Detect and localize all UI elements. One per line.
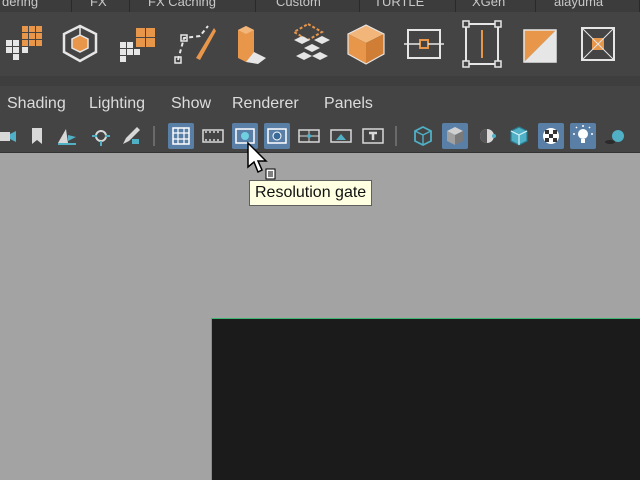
panel-menubar: Shading Lighting Show Renderer Panels	[0, 86, 640, 120]
safe-title-icon[interactable]	[360, 123, 386, 149]
extrude-icon[interactable]	[226, 18, 274, 70]
snap-square-icon[interactable]	[574, 18, 622, 70]
shelf-tab-rendering[interactable]: dering	[0, 0, 72, 12]
toolbar-separator	[394, 126, 398, 146]
grid-icon[interactable]	[168, 123, 194, 149]
pan-zoom-icon[interactable]	[88, 123, 114, 149]
tooltip: Resolution gate	[249, 180, 373, 206]
xray-icon[interactable]	[538, 123, 564, 149]
menu-show[interactable]: Show	[171, 94, 211, 114]
resolution-gate-frame	[211, 318, 640, 480]
smooth-shade-icon[interactable]	[442, 123, 468, 149]
pencil-icon[interactable]	[118, 123, 144, 149]
wireframe-on-shaded-icon[interactable]	[506, 123, 532, 149]
toolbar-separator	[152, 126, 156, 146]
grid-cubes-icon[interactable]	[0, 18, 48, 70]
shelf	[0, 12, 640, 76]
image-plane-icon[interactable]	[54, 123, 80, 149]
tile-stack-icon[interactable]	[284, 18, 332, 70]
shelf-divider	[0, 76, 640, 86]
center-pivot-icon[interactable]	[400, 18, 448, 70]
default-material-icon[interactable]	[474, 123, 500, 149]
wireframe-icon[interactable]	[410, 123, 436, 149]
grid-squares-icon[interactable]	[112, 18, 160, 70]
shelf-tab-custom[interactable]: Custom	[256, 0, 360, 12]
shelf-tab-alayuma[interactable]: alayuma	[536, 0, 640, 12]
shelf-tab-turtle[interactable]: TURTLE	[360, 0, 456, 12]
wire-cube-icon[interactable]	[56, 18, 104, 70]
solid-cube-icon[interactable]	[342, 18, 390, 70]
camera-icon[interactable]	[0, 123, 22, 149]
bounding-box-icon[interactable]	[458, 18, 506, 70]
shelf-tabs: dering FX FX Caching Custom TURTLE XGen …	[0, 0, 640, 12]
film-gate-icon[interactable]	[200, 123, 226, 149]
panel-toolbar	[0, 120, 640, 153]
bookmark-icon[interactable]	[24, 123, 50, 149]
shadows-icon[interactable]	[602, 123, 628, 149]
menu-panels[interactable]: Panels	[324, 94, 373, 114]
menu-renderer[interactable]: Renderer	[232, 94, 299, 114]
lighting-icon[interactable]	[570, 123, 596, 149]
curve-edit-icon[interactable]	[170, 18, 218, 70]
mouse-cursor-icon	[246, 141, 276, 181]
menu-lighting[interactable]: Lighting	[89, 94, 145, 114]
shelf-tab-xgen[interactable]: XGen	[456, 0, 536, 12]
shelf-tab-fx[interactable]: FX	[72, 0, 130, 12]
shelf-tab-fx-caching[interactable]: FX Caching	[130, 0, 256, 12]
menu-shading[interactable]: Shading	[7, 94, 66, 114]
safe-action-icon[interactable]	[328, 123, 354, 149]
field-chart-icon[interactable]	[296, 123, 322, 149]
split-square-icon[interactable]	[516, 18, 564, 70]
